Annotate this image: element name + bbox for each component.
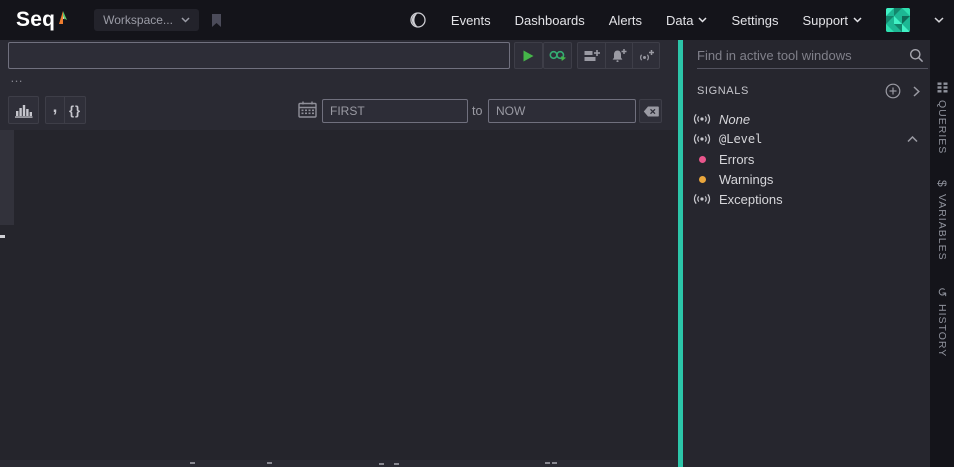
seq-logo[interactable]: Seq (16, 8, 68, 32)
quote-icon: , (52, 96, 58, 116)
search-icon[interactable] (909, 48, 924, 63)
user-avatar[interactable] (886, 8, 910, 32)
theme-toggle-moon-icon[interactable] (409, 11, 427, 29)
signal-icon (691, 113, 713, 125)
clipped-text-fragment (267, 462, 272, 464)
text-fragment-mode-button[interactable]: , (45, 96, 65, 124)
histogram-icon (15, 104, 33, 118)
find-tool-windows-input[interactable] (697, 48, 909, 63)
query-mode-group: , {} (45, 96, 86, 124)
chevron-down-icon (853, 17, 862, 23)
tail-stream-button[interactable] (543, 42, 572, 69)
clipped-text-fragment (394, 463, 399, 465)
tab-label: HISTORY (936, 303, 948, 357)
events-list-area (0, 130, 678, 460)
dollar-icon: $ (935, 180, 949, 187)
query-toolbar: … , {} FIRST to NOW (0, 40, 678, 130)
chevron-down-icon (181, 17, 190, 23)
errors-dot-icon (691, 155, 713, 163)
backspace-icon (643, 106, 659, 116)
workspace-label: Workspace... (103, 13, 173, 27)
tool-window-find-row (697, 43, 928, 69)
clipped-text-fragment (545, 462, 550, 464)
signal-item-errors[interactable]: Errors (683, 149, 930, 169)
nav-label: Settings (731, 12, 779, 28)
range-to-input[interactable] (488, 99, 636, 123)
signal-item-warnings[interactable]: Warnings (683, 169, 930, 189)
query-overflow-ellipsis[interactable]: … (10, 70, 25, 85)
clear-range-button[interactable] (639, 99, 662, 123)
nav-label: Dashboards (514, 12, 585, 28)
signals-title: SIGNALS (697, 85, 749, 97)
nav-label: Events (450, 12, 491, 28)
add-signal-plus-circle-icon[interactable] (885, 83, 901, 99)
user-menu-chevron-icon[interactable] (934, 17, 944, 23)
toggle-histogram-button[interactable] (8, 96, 39, 124)
tail-stream-icon (549, 50, 566, 61)
range-separator-label: to (472, 104, 483, 118)
warnings-dot-icon (691, 175, 713, 183)
nav-label: Alerts (608, 12, 642, 28)
tab-variables[interactable]: $ VARIABLES (935, 180, 949, 260)
chevron-up-icon[interactable] (907, 135, 918, 143)
signal-icon (691, 193, 713, 205)
query-input[interactable] (8, 42, 510, 69)
nav-item-data[interactable]: Data (666, 13, 707, 28)
signal-label: None (719, 111, 751, 127)
tab-queries[interactable]: QUERIES (936, 82, 948, 154)
nav-item-dashboards[interactable]: Dashboards (515, 13, 585, 28)
nav-item-alerts[interactable]: Alerts (609, 13, 642, 28)
collapse-panel-chevron-right-icon[interactable] (913, 85, 920, 97)
nav-item-support[interactable]: Support (802, 13, 862, 28)
signals-header: SIGNALS (683, 69, 930, 107)
add-to-dashboard-button[interactable] (577, 42, 606, 69)
clipped-text-fragment (379, 463, 384, 465)
save-actions-group (577, 42, 660, 69)
add-alert-button[interactable] (605, 42, 633, 69)
tab-history[interactable]: ↺ HISTORY (935, 287, 949, 357)
nav-item-events[interactable]: Events (451, 13, 491, 28)
play-icon (523, 50, 534, 61)
signal-item-exceptions[interactable]: Exceptions (683, 189, 930, 209)
clipped-text-fragment (552, 462, 557, 464)
bell-plus-icon (612, 49, 627, 62)
nav-item-settings[interactable]: Settings (731, 13, 778, 28)
add-chart-icon (584, 49, 600, 61)
signal-label: Exceptions (719, 191, 783, 207)
structured-query-mode-button[interactable]: {} (64, 96, 86, 124)
tab-label: VARIABLES (936, 193, 948, 261)
signal-label: Warnings (719, 171, 774, 187)
clipped-text-fragment (190, 462, 195, 464)
signal-label: Errors (719, 151, 755, 167)
signal-label: @Level (719, 132, 763, 146)
braces-icon: {} (68, 102, 82, 118)
top-bar: Seq Workspace... Events Dashboards Alert… (0, 0, 954, 40)
signal-icon (691, 133, 713, 145)
calendar-icon[interactable] (298, 101, 317, 118)
seq-app: Seq Workspace... Events Dashboards Alert… (0, 0, 954, 467)
tool-window-tab-strip: QUERIES $ VARIABLES ↺ HISTORY (930, 40, 954, 467)
tool-window-panel: SIGNALS None (683, 40, 930, 467)
range-from-input[interactable] (322, 99, 468, 123)
signal-plus-icon (639, 49, 654, 61)
history-icon: ↺ (935, 286, 949, 297)
nav-label: Data (666, 12, 694, 28)
scrollbar-end-marker (0, 235, 5, 238)
run-query-button[interactable] (514, 42, 543, 69)
save-as-signal-button[interactable] (632, 42, 660, 69)
queries-grid-icon (937, 82, 947, 93)
clipped-event-row (0, 460, 678, 467)
chevron-down-icon (698, 17, 707, 23)
top-navigation: Events Dashboards Alerts Data Settings S… (409, 8, 944, 32)
tab-label: QUERIES (936, 100, 948, 155)
flame-icon (59, 11, 68, 24)
nav-label: Support (802, 12, 848, 28)
signal-item-level[interactable]: @Level (683, 129, 930, 149)
seq-logo-text: Seq (16, 8, 56, 31)
signal-item-none[interactable]: None (683, 109, 930, 129)
left-scrollbar[interactable] (0, 130, 14, 225)
workspace-selector[interactable]: Workspace... (94, 9, 199, 31)
default-workspace-bookmark-icon[interactable] (211, 13, 222, 27)
